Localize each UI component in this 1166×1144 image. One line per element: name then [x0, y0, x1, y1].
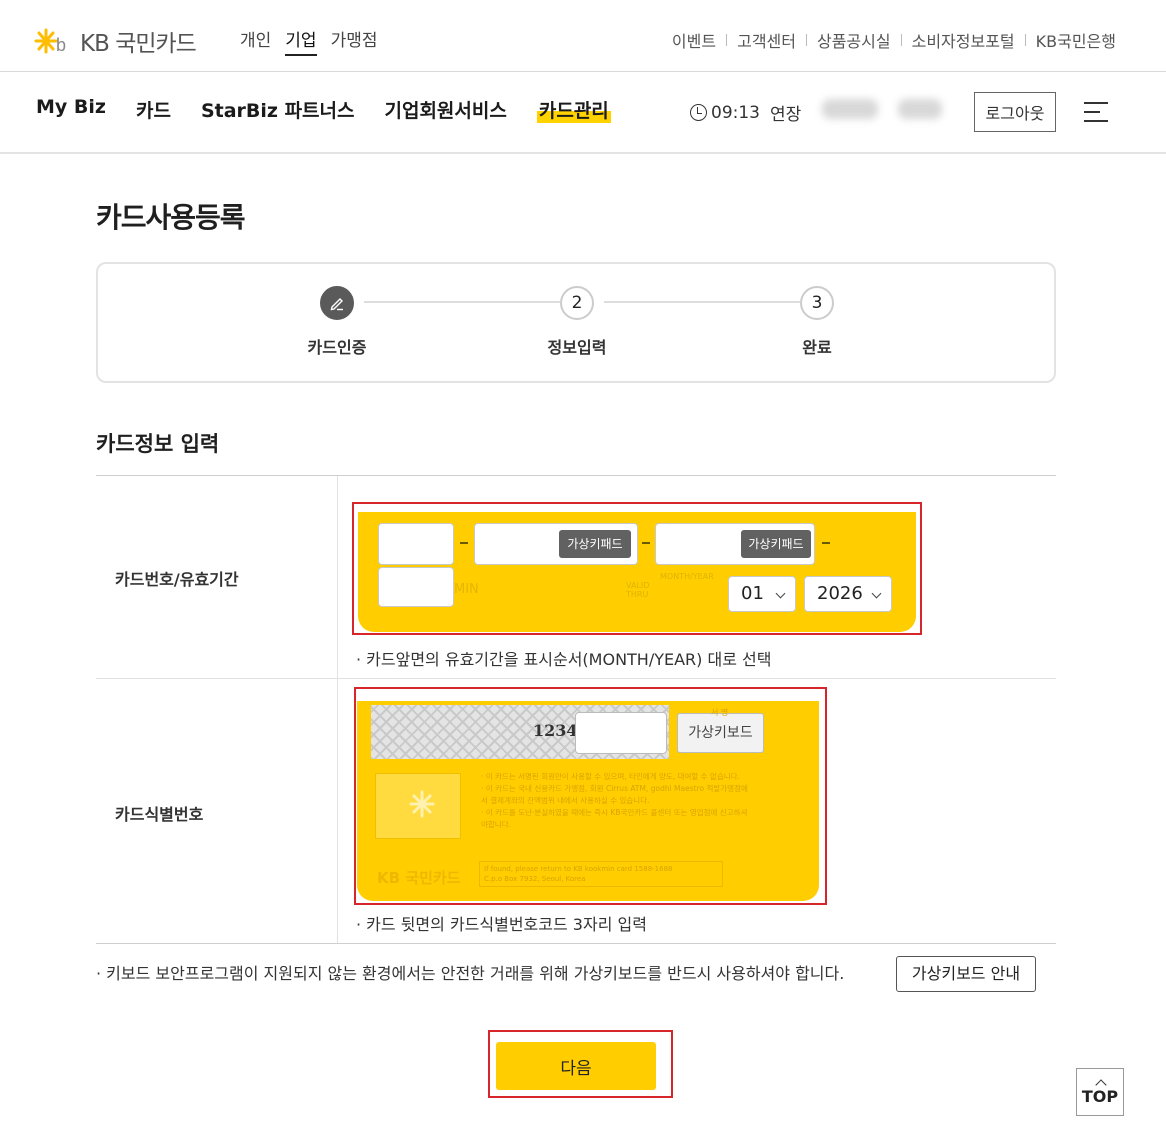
util-link-customer-center[interactable]: 고객센터	[737, 28, 796, 52]
step-3-label: 완료	[802, 338, 832, 357]
util-links: 이벤트 고객센터 상품공시실 소비자정보포털 KB국민은행	[672, 28, 1116, 52]
table-row-divider	[96, 678, 1056, 679]
card-id-note: · 카드 뒷면의 카드식별번호코드 3자리 입력	[356, 915, 647, 934]
highlight-box-card-back	[354, 687, 827, 905]
nav-item-member-service[interactable]: 기업회원서비스	[384, 96, 506, 123]
step-2-label: 정보입력	[547, 338, 607, 357]
clock-icon	[690, 104, 707, 121]
segment-merchant[interactable]: 가맹점	[331, 26, 378, 56]
top-header: b KB 국민카드 개인 기업 가맹점 이벤트 고객센터 상품공시실 소비자정보…	[0, 0, 1166, 72]
segment-corporate[interactable]: 기업	[285, 26, 317, 56]
next-button[interactable]: 다음	[496, 1042, 656, 1090]
util-link-event[interactable]: 이벤트	[672, 28, 716, 52]
hamburger-menu-icon[interactable]	[1084, 102, 1110, 124]
gnb-menu: My Biz 카드 StarBiz 파트너스 기업회원서비스 카드관리	[36, 96, 611, 123]
pencil-icon	[330, 298, 343, 311]
step-connector	[364, 301, 560, 303]
util-link-product-disclosure[interactable]: 상품공시실	[817, 28, 891, 52]
util-link-kb-bank[interactable]: KB국민은행	[1036, 28, 1116, 52]
divider	[805, 34, 807, 46]
step-1-circle	[320, 286, 354, 320]
step-3-circle: 3	[800, 286, 834, 320]
section-title: 카드정보 입력	[96, 432, 220, 456]
step-1-label: 카드인증	[307, 338, 367, 357]
session-timer: 09:13 연장	[690, 100, 801, 125]
divider	[1024, 34, 1026, 46]
divider	[900, 34, 902, 46]
virtual-keyboard-guide-button[interactable]: 가상키보드 안내	[896, 956, 1036, 992]
page-title: 카드사용등록	[96, 201, 246, 234]
divider	[726, 34, 728, 46]
extend-session-link[interactable]: 연장	[770, 100, 801, 125]
card-number-label: 카드번호/유효기간	[115, 570, 239, 589]
kb-star-icon: b	[34, 28, 66, 55]
svg-text:b: b	[56, 35, 66, 55]
table-column-divider	[337, 476, 338, 943]
nav-item-card[interactable]: 카드	[136, 96, 171, 123]
step-indicator: 2 3 카드인증 정보입력 완료	[96, 262, 1056, 383]
nav-item-card-management[interactable]: 카드관리	[536, 96, 611, 123]
table-bottom-border	[96, 943, 1056, 944]
kb-logo[interactable]: b KB 국민카드	[34, 24, 197, 58]
user-info-blurred	[898, 99, 942, 119]
step-connector	[604, 301, 800, 303]
nav-item-starbiz[interactable]: StarBiz 파트너스	[201, 96, 355, 123]
table-top-border	[96, 475, 1056, 476]
logo-text: KB 국민카드	[80, 31, 197, 57]
step-2-circle: 2	[560, 286, 594, 320]
util-link-consumer-portal[interactable]: 소비자정보포털	[912, 28, 1015, 52]
segment-personal[interactable]: 개인	[240, 26, 271, 56]
timer-value: 09:13	[711, 102, 760, 123]
main-nav: My Biz 카드 StarBiz 파트너스 기업회원서비스 카드관리 09:1…	[0, 72, 1166, 154]
logout-button[interactable]: 로그아웃	[974, 92, 1056, 132]
card-number-note: · 카드앞면의 유효기간을 표시순서(MONTH/YEAR) 대로 선택	[356, 650, 772, 669]
card-id-label: 카드식별번호	[115, 805, 204, 824]
segment-nav: 개인 기업 가맹점	[240, 26, 377, 56]
keyboard-security-note: · 키보드 보안프로그램이 지원되지 않는 환경에서는 안전한 거래를 위해 가…	[96, 964, 845, 983]
scroll-top-button[interactable]: TOP	[1076, 1068, 1124, 1116]
nav-item-mybiz[interactable]: My Biz	[36, 96, 106, 123]
highlight-box-card-front	[352, 502, 922, 635]
user-name-blurred	[822, 99, 878, 119]
